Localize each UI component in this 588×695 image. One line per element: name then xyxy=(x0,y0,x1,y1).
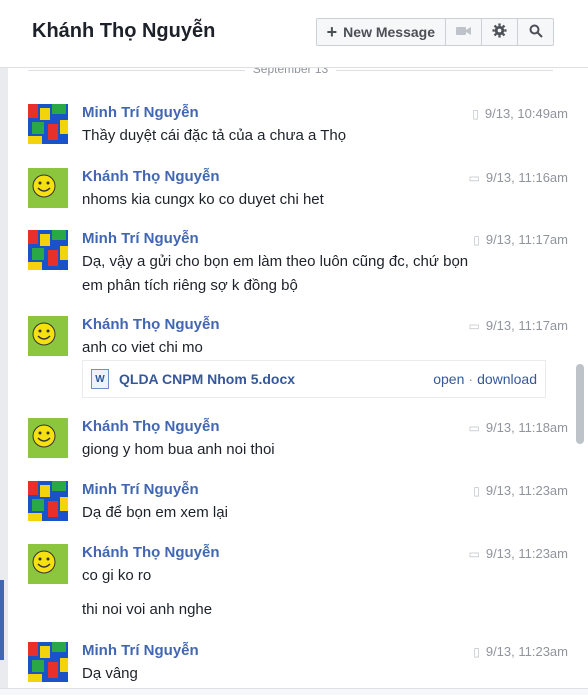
message-text: thi noi voi anh nghe xyxy=(82,601,213,618)
sender-name[interactable]: Minh Trí Nguyễn xyxy=(82,104,199,121)
message-text: giong y hom bua anh noi thoi xyxy=(82,441,275,458)
day-separator: September 13 xyxy=(8,68,573,76)
sender-name[interactable]: Khánh Thọ Nguyễn xyxy=(82,418,220,435)
avatar[interactable] xyxy=(28,316,68,356)
message-list[interactable]: September 13 Minh Trí Nguyễn ▯ 9/13, 10:4… xyxy=(8,68,573,688)
sender-name[interactable]: Khánh Thọ Nguyễn xyxy=(82,168,220,185)
avatar[interactable] xyxy=(28,481,68,521)
conversation-header: Khánh Thọ Nguyễn + New Message xyxy=(0,0,588,68)
message-time: 9/13, 10:49am xyxy=(484,106,568,121)
attachment-download-link[interactable]: download xyxy=(477,371,537,387)
plus-icon: + xyxy=(326,22,338,42)
settings-button[interactable] xyxy=(482,18,518,46)
message-text: Dạ để bọn em xem lại xyxy=(82,504,228,521)
message-text: em phân tích riêng sợ k đồng bộ xyxy=(82,277,298,294)
sender-name[interactable]: Minh Trí Nguyễn xyxy=(82,230,199,247)
video-call-button[interactable] xyxy=(446,18,482,46)
message-text: anh co viet chi mo xyxy=(82,339,203,356)
header-toolbar: + New Message xyxy=(315,18,554,46)
message-text: Dạ vâng xyxy=(82,665,138,682)
message-text: Dạ, vậy a gửi cho bọn em làm theo luôn c… xyxy=(82,253,469,270)
avatar[interactable] xyxy=(28,544,68,584)
scrollbar-thumb[interactable] xyxy=(576,364,584,444)
chat-icon: ▭ xyxy=(468,546,480,561)
message-meta: ▯ 9/13, 11:23am xyxy=(473,644,568,659)
message-time: 9/13, 11:23am xyxy=(485,546,568,561)
search-icon xyxy=(529,24,543,41)
avatar[interactable] xyxy=(28,418,68,458)
separator-dot: · xyxy=(468,371,474,387)
word-document-icon: W xyxy=(91,369,109,389)
message-meta: ▭ 9/13, 11:18am xyxy=(469,420,569,435)
left-accent-bar xyxy=(0,580,4,660)
attachment-open-link[interactable]: open xyxy=(433,371,464,387)
chat-icon: ▭ xyxy=(468,420,480,435)
avatar[interactable] xyxy=(28,642,68,682)
message-time: 9/13, 11:23am xyxy=(485,483,568,498)
message-text: co gi ko ro xyxy=(82,567,152,584)
avatar[interactable] xyxy=(28,168,68,208)
attachment-filename[interactable]: QLDA CNPM Nhom 5.docx xyxy=(119,371,433,387)
mobile-icon: ▯ xyxy=(473,644,480,659)
chat-icon: ▭ xyxy=(468,318,480,333)
gear-icon xyxy=(492,23,507,41)
sender-name[interactable]: Minh Trí Nguyễn xyxy=(82,481,199,498)
message-time: 9/13, 11:17am xyxy=(485,318,568,333)
message-time: 9/13, 11:18am xyxy=(485,420,568,435)
message-time: 9/13, 11:17am xyxy=(485,232,568,247)
conversation-title: Khánh Thọ Nguyễn xyxy=(32,20,216,42)
sender-name[interactable]: Minh Trí Nguyễn xyxy=(82,642,199,659)
search-button[interactable] xyxy=(518,18,554,46)
file-attachment: W QLDA CNPM Nhom 5.docx open · download xyxy=(82,360,546,398)
avatar[interactable] xyxy=(28,230,68,270)
mobile-icon: ▯ xyxy=(473,483,480,498)
message-text: nhoms kia cungx ko co duyet chi het xyxy=(82,191,324,208)
video-icon xyxy=(455,24,472,40)
message-meta: ▭ 9/13, 11:17am xyxy=(469,318,569,333)
new-message-button[interactable]: + New Message xyxy=(315,18,446,46)
message-time: 9/13, 11:23am xyxy=(485,644,568,659)
message-text: Thầy duyệt cái đặc tả của a chưa a Thọ xyxy=(82,127,347,144)
sender-name[interactable]: Khánh Thọ Nguyễn xyxy=(82,316,220,333)
message-meta: ▯ 9/13, 11:17am xyxy=(473,232,568,247)
sender-name[interactable]: Khánh Thọ Nguyễn xyxy=(82,544,220,561)
message-meta: ▭ 9/13, 11:23am xyxy=(469,546,569,561)
chat-icon: ▭ xyxy=(468,170,480,185)
message-time: 9/13, 11:16am xyxy=(485,170,568,185)
message-meta: ▯ 9/13, 10:49am xyxy=(472,106,568,121)
mobile-icon: ▯ xyxy=(473,232,480,247)
message-meta: ▯ 9/13, 11:23am xyxy=(473,483,568,498)
avatar[interactable] xyxy=(28,104,68,144)
message-meta: ▭ 9/13, 11:16am xyxy=(469,170,569,185)
new-message-label: New Message xyxy=(343,24,435,40)
mobile-icon: ▯ xyxy=(472,106,479,121)
